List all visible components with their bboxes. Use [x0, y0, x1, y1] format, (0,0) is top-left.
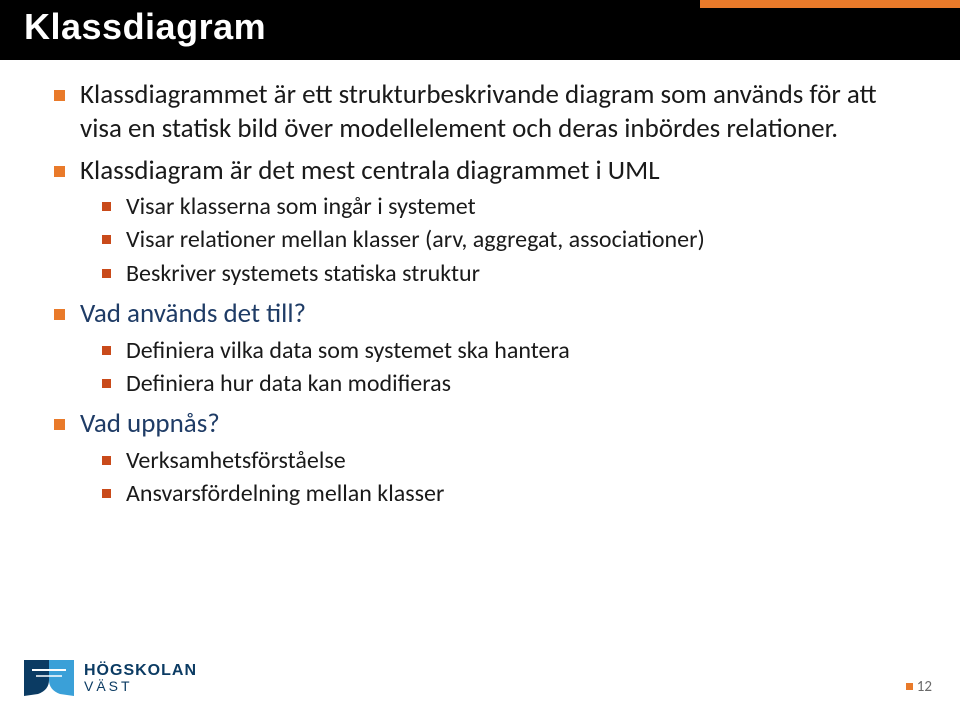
sub-bullet-text: Visar relationer mellan klasser (arv, ag… [126, 225, 705, 254]
bullet-text: Klassdiagrammet är ett strukturbeskrivan… [80, 78, 877, 145]
page-number-bullet-icon [906, 683, 913, 690]
sub-bullet-item: Verksamhetsförståelse [98, 445, 906, 476]
bullet-item: Vad uppnås? Verksamhetsförståelse Ansvar… [54, 407, 906, 509]
sub-bullet-text: Beskriver systemets statiska struktur [126, 259, 480, 288]
content-area: Klassdiagrammet är ett strukturbeskrivan… [54, 78, 906, 517]
logo-line1: HÖGSKOLAN [84, 663, 197, 679]
sub-bullet-list: Definiera vilka data som systemet ska ha… [80, 335, 906, 399]
sub-bullet-text: Definiera vilka data som systemet ska ha… [126, 336, 570, 365]
page-number-value: 12 [917, 678, 932, 696]
sub-bullet-text: Visar klasserna som ingår i systemet [126, 192, 476, 221]
sub-bullet-text: Verksamhetsförståelse [126, 446, 346, 475]
logo-text: HÖGSKOLAN VÄST [84, 663, 197, 693]
sub-bullet-item: Definiera hur data kan modifieras [98, 368, 906, 399]
bullet-list: Klassdiagrammet är ett strukturbeskrivan… [54, 78, 906, 509]
bullet-text: Vad används det till? [80, 297, 306, 330]
logo-line2: VÄST [84, 679, 197, 693]
slide: Klassdiagram Klassdiagrammet är ett stru… [0, 0, 960, 712]
logo: HÖGSKOLAN VÄST [22, 658, 197, 698]
bullet-item: Klassdiagrammet är ett strukturbeskrivan… [54, 78, 906, 146]
bullet-item: Klassdiagram är det mest centrala diagra… [54, 154, 906, 289]
bullet-text: Vad uppnås? [80, 407, 220, 440]
sub-bullet-item: Ansvarsfördelning mellan klasser [98, 478, 906, 509]
sub-bullet-item: Definiera vilka data som systemet ska ha… [98, 335, 906, 366]
sub-bullet-text: Ansvarsfördelning mellan klasser [126, 479, 444, 508]
sub-bullet-item: Beskriver systemets statiska struktur [98, 258, 906, 289]
title-accent-strip [700, 0, 960, 8]
sub-bullet-list: Visar klasserna som ingår i systemet Vis… [80, 191, 906, 289]
slide-title: Klassdiagram [24, 6, 266, 48]
title-bar: Klassdiagram [0, 0, 960, 60]
bullet-text: Klassdiagram är det mest centrala diagra… [80, 154, 660, 187]
page-number: 12 [906, 678, 932, 696]
sub-bullet-text: Definiera hur data kan modifieras [126, 369, 451, 398]
logo-mark-icon [22, 658, 76, 698]
sub-bullet-list: Verksamhetsförståelse Ansvarsfördelning … [80, 445, 906, 509]
sub-bullet-item: Visar klasserna som ingår i systemet [98, 191, 906, 222]
sub-bullet-item: Visar relationer mellan klasser (arv, ag… [98, 224, 906, 255]
bullet-item: Vad används det till? Definiera vilka da… [54, 297, 906, 399]
